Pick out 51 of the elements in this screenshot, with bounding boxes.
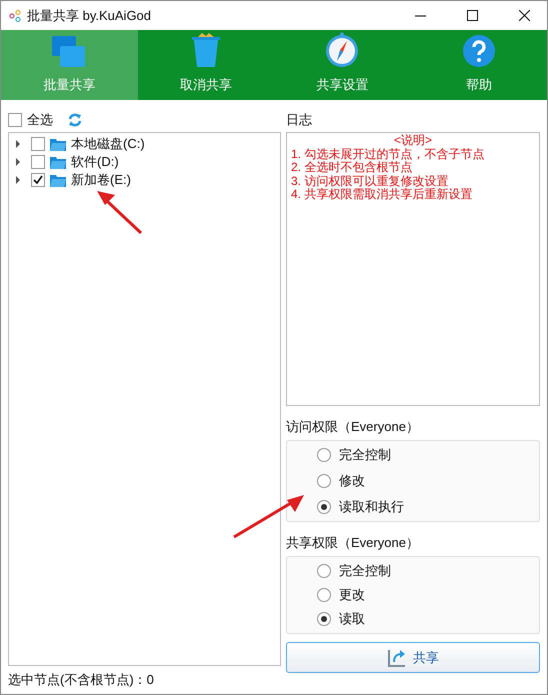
- bin-icon: [192, 32, 220, 68]
- section-title: 共享权限（Everyone）: [286, 534, 420, 552]
- log-line: 1. 勾选未展开过的节点，不含子节点: [291, 146, 484, 160]
- checkbox[interactable]: [31, 155, 45, 169]
- radio-button[interactable]: [317, 448, 331, 462]
- log-title: 日志: [286, 111, 312, 129]
- windows-icon: [52, 36, 86, 68]
- checkbox[interactable]: [8, 113, 22, 127]
- help-icon: [462, 34, 496, 68]
- radio-button[interactable]: [317, 588, 331, 602]
- log-heading: <说明>: [394, 133, 432, 147]
- maximize-icon: [466, 10, 478, 21]
- log-line: 3. 访问权限可以重复修改设置: [291, 174, 448, 188]
- share-button[interactable]: 共享: [286, 642, 540, 673]
- window-title: 批量共享 by.KuAiGod: [27, 6, 152, 24]
- refresh-icon[interactable]: [68, 113, 82, 127]
- section-title: 访问权限（Everyone）: [286, 418, 420, 436]
- radio-label: 读取和执行: [339, 498, 404, 516]
- expand-arrow-icon[interactable]: [15, 176, 21, 184]
- folder-icon: [50, 156, 66, 168]
- compass-icon: [325, 32, 360, 68]
- checkbox[interactable]: [31, 173, 45, 187]
- radio-button[interactable]: [317, 564, 331, 578]
- app-icon: [9, 10, 21, 22]
- log-line: 4. 共享权限需取消共享后重新设置: [291, 187, 472, 201]
- expand-arrow-icon[interactable]: [15, 140, 21, 148]
- log-line: 2. 全选时不包含根节点: [291, 160, 412, 174]
- close-icon: [518, 10, 530, 21]
- radio-label: 完全控制: [339, 562, 391, 580]
- radio-label: 更改: [339, 586, 365, 604]
- radio-button[interactable]: [317, 474, 331, 488]
- status-text: 选中节点(不含根节点)：0: [8, 671, 154, 689]
- tree-item[interactable]: 本地磁盘(C:): [71, 135, 145, 153]
- radio-label: 修改: [339, 472, 365, 490]
- radio-label: 完全控制: [339, 446, 391, 464]
- toolbar-button[interactable]: 共享设置: [274, 30, 410, 100]
- radio-button[interactable]: [317, 612, 331, 626]
- folder-icon: [50, 138, 66, 150]
- toolbar-button[interactable]: 批量共享: [1, 30, 138, 100]
- folder-icon: [50, 174, 66, 186]
- tree-item[interactable]: 软件(D:): [71, 153, 119, 171]
- expand-arrow-icon[interactable]: [15, 158, 21, 166]
- share-icon: [387, 648, 407, 668]
- checkmark-icon: [33, 175, 43, 185]
- checkbox-label: 全选: [27, 111, 53, 129]
- checkbox[interactable]: [31, 137, 45, 151]
- radio-label: 读取: [339, 610, 365, 628]
- radio-button[interactable]: [317, 500, 331, 514]
- toolbar-button[interactable]: 帮助: [410, 30, 547, 100]
- toolbar-button[interactable]: 取消共享: [138, 30, 274, 100]
- tree-item[interactable]: 新加卷(E:): [71, 171, 131, 189]
